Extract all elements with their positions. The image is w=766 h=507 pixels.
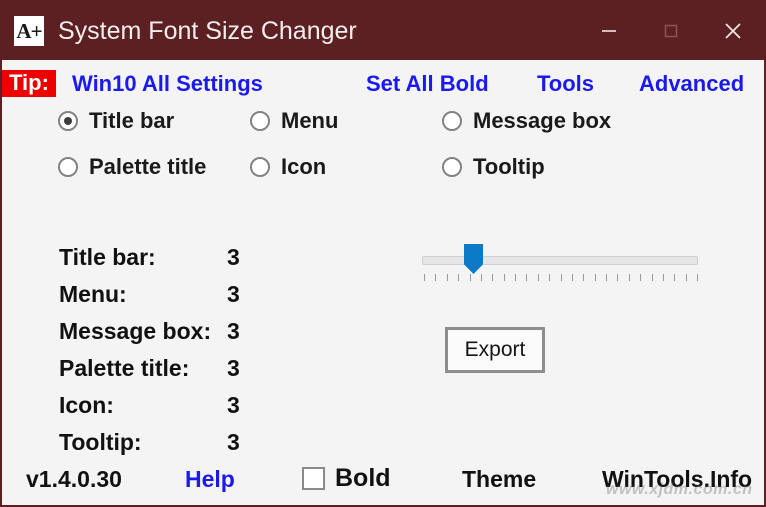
slider-tick xyxy=(549,274,551,281)
slider-tick xyxy=(617,274,619,281)
value-label-palette-title: Palette title: xyxy=(59,355,190,381)
radio-icon-tooltip xyxy=(442,157,462,177)
window-controls xyxy=(578,2,764,60)
slider-tick xyxy=(651,274,653,281)
slider-tick xyxy=(480,274,482,281)
radio-label-tooltip: Tooltip xyxy=(473,154,545,179)
slider-tick xyxy=(571,274,573,281)
app-window: A+ System Font Size Changer Tip: Win10 A… xyxy=(0,0,766,507)
value-label-title-bar: Title bar: xyxy=(59,244,156,270)
slider-thumb[interactable] xyxy=(464,244,483,274)
radio-option-menu[interactable]: Menu xyxy=(250,108,338,134)
slider-track[interactable] xyxy=(422,256,698,265)
radio-icon-message-box xyxy=(442,111,462,131)
theme-button[interactable]: Theme xyxy=(462,466,536,493)
slider-tick xyxy=(674,274,676,281)
radio-option-tooltip[interactable]: Tooltip xyxy=(442,154,545,180)
radio-icon-icon xyxy=(250,157,270,177)
font-size-slider[interactable] xyxy=(422,244,698,286)
slider-tick xyxy=(503,274,505,281)
value-number-title-bar: 3 xyxy=(227,244,240,270)
export-button[interactable]: Export xyxy=(445,327,545,373)
value-row: Menu: 3 xyxy=(59,281,240,318)
value-number-icon: 3 xyxy=(227,392,240,418)
slider-tick xyxy=(685,274,687,281)
value-row: Message box: 3 xyxy=(59,318,240,355)
title-bar: A+ System Font Size Changer xyxy=(2,2,764,60)
slider-tick xyxy=(606,274,607,281)
slider-tick xyxy=(662,274,664,281)
slider-tick xyxy=(526,274,528,281)
minimize-icon xyxy=(602,30,616,32)
help-link[interactable]: Help xyxy=(185,466,235,493)
radio-option-palette-title[interactable]: Palette title xyxy=(58,154,206,180)
bold-checkbox[interactable]: Bold xyxy=(302,464,391,493)
bold-label: Bold xyxy=(335,464,391,492)
value-number-message-box: 3 xyxy=(227,318,240,344)
value-row: Palette title: 3 xyxy=(59,355,240,392)
slider-tick xyxy=(446,274,448,281)
radio-label-menu: Menu xyxy=(281,108,339,133)
radio-label-message-box: Message box xyxy=(473,108,612,133)
radio-label-title-bar: Title bar xyxy=(89,108,175,133)
value-label-menu: Menu: xyxy=(59,281,127,307)
radio-option-title-bar[interactable]: Title bar xyxy=(58,108,174,134)
menu-item-win10-all-settings[interactable]: Win10 All Settings xyxy=(72,71,263,97)
radio-icon-menu xyxy=(250,111,270,131)
value-number-menu: 3 xyxy=(227,281,240,307)
slider-tick xyxy=(628,274,630,281)
minimize-button[interactable] xyxy=(578,2,640,60)
slider-tick xyxy=(458,274,460,281)
font-size-value-list: Title bar: 3 Menu: 3 Message box: 3 Pale… xyxy=(59,244,240,466)
menu-item-set-all-bold[interactable]: Set All Bold xyxy=(366,71,489,97)
radio-label-icon: Icon xyxy=(281,154,327,179)
value-number-tooltip: 3 xyxy=(227,429,240,455)
slider-tick xyxy=(594,274,596,281)
slider-tick xyxy=(469,274,471,281)
value-label-tooltip: Tooltip: xyxy=(59,429,142,455)
slider-tick xyxy=(583,274,585,281)
slider-tick xyxy=(424,274,425,281)
radio-option-icon[interactable]: Icon xyxy=(250,154,326,180)
radio-option-message-box[interactable]: Message box xyxy=(442,108,611,134)
menu-bar: Tip: Win10 All Settings Set All Bold Too… xyxy=(2,70,764,104)
menu-item-tools[interactable]: Tools xyxy=(537,71,594,97)
slider-tick xyxy=(515,274,516,281)
window-title: System Font Size Changer xyxy=(58,16,357,45)
value-row: Icon: 3 xyxy=(59,392,240,429)
value-label-icon: Icon: xyxy=(59,392,114,418)
radio-label-palette-title: Palette title xyxy=(89,154,207,179)
value-label-message-box: Message box: xyxy=(59,318,212,344)
close-button[interactable] xyxy=(702,2,764,60)
menu-item-advanced[interactable]: Advanced xyxy=(639,71,744,97)
maximize-icon xyxy=(664,24,678,38)
version-label: v1.4.0.30 xyxy=(26,466,122,492)
value-number-palette-title: 3 xyxy=(227,355,240,381)
slider-tick xyxy=(640,274,642,281)
maximize-button[interactable] xyxy=(640,2,702,60)
slider-tick xyxy=(537,274,539,281)
footer-bar: v1.4.0.30 Help Bold Theme WinTools.Info xyxy=(2,461,764,505)
value-row: Title bar: 3 xyxy=(59,244,240,281)
slider-ticks xyxy=(424,274,698,282)
app-icon: A+ xyxy=(14,16,44,46)
slider-tick xyxy=(492,274,494,281)
wintools-info-link[interactable]: WinTools.Info xyxy=(602,466,752,493)
slider-tick xyxy=(697,274,698,281)
radio-icon-palette-title xyxy=(58,157,78,177)
close-icon xyxy=(725,23,741,39)
tip-badge: Tip: xyxy=(2,70,56,97)
slider-tick xyxy=(560,274,562,281)
slider-tick xyxy=(435,274,437,281)
radio-icon-title-bar xyxy=(58,111,78,131)
checkbox-icon-bold xyxy=(302,467,325,490)
